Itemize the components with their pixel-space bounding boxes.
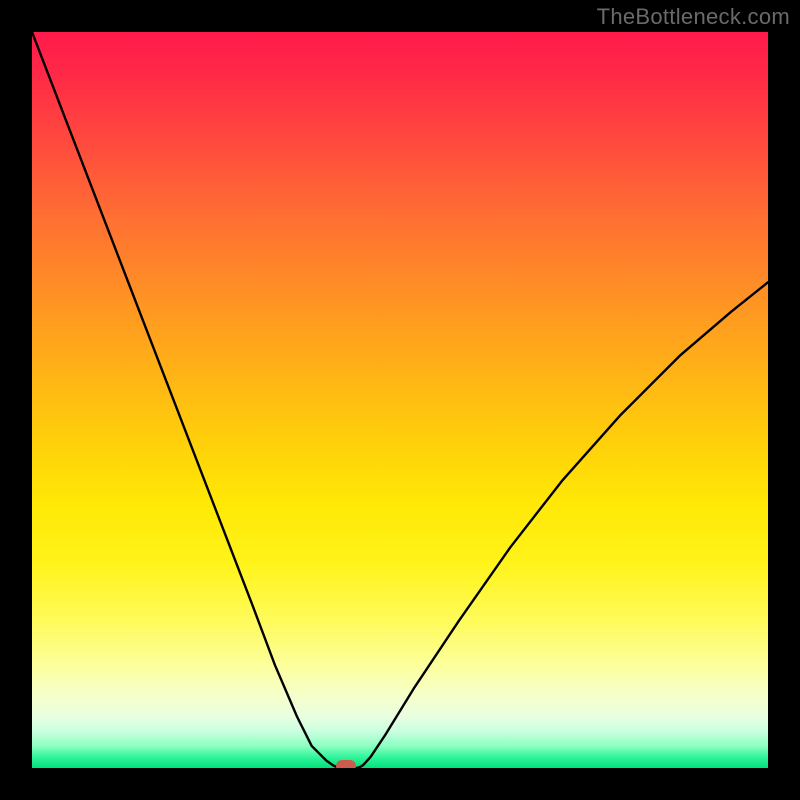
watermark-text: TheBottleneck.com xyxy=(597,4,790,30)
frame: TheBottleneck.com xyxy=(0,0,800,800)
optimal-marker xyxy=(336,760,356,768)
bottleneck-curve xyxy=(32,32,768,768)
curve-path xyxy=(32,32,768,768)
plot-area xyxy=(32,32,768,768)
